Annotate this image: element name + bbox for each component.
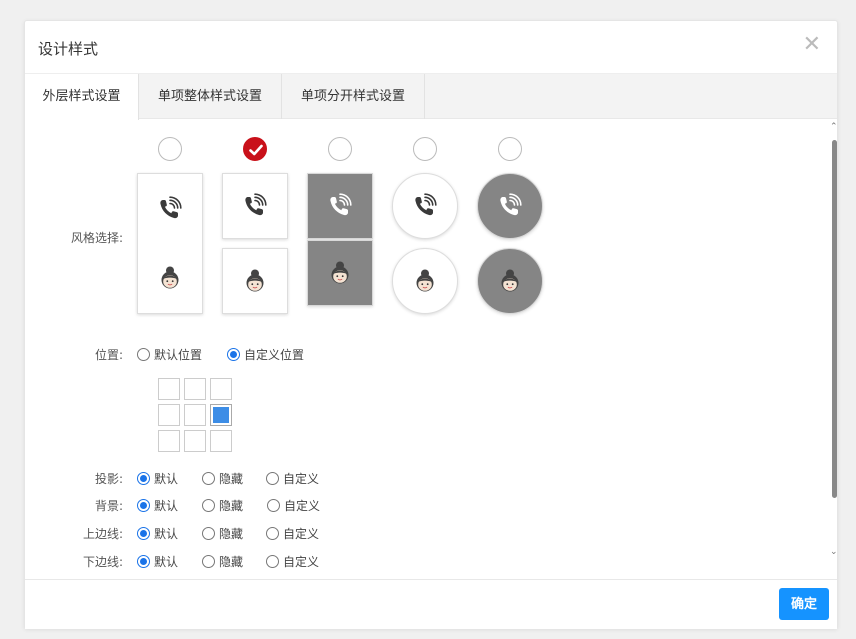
style-option-5-phone-card[interactable] [477,173,543,239]
tab-outer-style[interactable]: 外层样式设置 [25,74,139,120]
top-border-label: 上边线: [82,527,123,541]
position-grid-cell[interactable] [210,378,232,400]
style-option-2-agent-card[interactable] [222,248,288,314]
scroll-up-arrow-icon[interactable]: ⌃ [830,123,838,132]
position-grid-cell[interactable] [158,378,180,400]
agent-avatar-icon [155,263,185,293]
shadow-custom-radio[interactable]: 自定义 [266,470,319,487]
shadow-hide-radio[interactable]: 隐藏 [202,470,243,487]
top-border-custom-radio[interactable]: 自定义 [266,525,319,542]
bottom-border-default-radio[interactable]: 默认 [137,553,178,570]
position-custom-radio[interactable]: 自定义位置 [227,346,304,363]
style-option-4-agent-card[interactable] [392,248,458,314]
style-option-4-radio[interactable] [413,137,437,161]
scroll-down-arrow-icon[interactable]: ⌄ [830,548,838,557]
shadow-label: 投影: [94,472,123,486]
close-icon[interactable]: ✕ [803,34,821,56]
position-default-label: 默认位置 [154,348,203,362]
position-grid-cell[interactable] [210,430,232,452]
confirm-button[interactable]: 确定 [779,588,829,620]
phone-icon [240,191,270,221]
position-default-radio[interactable]: 默认位置 [137,346,202,363]
shadow-default-radio[interactable]: 默认 [137,470,178,487]
top-border-hide-radio[interactable]: 隐藏 [202,525,243,542]
tab-item-whole-style[interactable]: 单项整体样式设置 [139,74,282,119]
position-grid-cell[interactable] [184,430,206,452]
style-option-4-phone-card[interactable] [392,173,458,239]
vertical-scrollbar[interactable]: ⌃ ⌄ [830,123,838,559]
dialog-title: 设计样式 [38,40,99,58]
style-option-3-radio[interactable] [328,137,352,161]
bottom-border-custom-radio[interactable]: 自定义 [266,553,319,570]
phone-icon [325,191,355,221]
phone-icon [155,194,185,224]
dialog-header: 设计样式 ✕ [25,21,837,74]
agent-avatar-icon [495,266,525,296]
position-grid-cell[interactable] [184,404,206,426]
background-default-radio[interactable]: 默认 [137,497,178,514]
bottom-border-label: 下边线: [82,555,123,569]
agent-avatar-icon [325,258,355,288]
scrollbar-thumb[interactable] [832,140,837,498]
style-option-3-phone-card[interactable] [307,173,373,239]
agent-avatar-icon [410,266,440,296]
phone-icon [410,191,440,221]
style-option-2-phone-card[interactable] [222,173,288,239]
style-option-1-preview[interactable] [137,173,203,314]
style-option-5-radio[interactable] [498,137,522,161]
phone-icon [495,191,525,221]
dialog-footer: 确定 [25,579,837,629]
position-grid-cell[interactable] [184,378,206,400]
checkmark-icon [249,144,263,156]
style-option-3-agent-card[interactable] [307,240,373,306]
position-grid-cell[interactable] [158,430,180,452]
position-custom-label: 自定义位置 [244,348,305,362]
background-hide-radio[interactable]: 隐藏 [202,497,243,514]
background-custom-radio[interactable]: 自定义 [267,497,320,514]
tab-content: 风格选择: 位置: 默认位置 自定义位置 投影: 默认 隐藏 自定义 背景: 默… [25,119,837,579]
design-style-dialog: 设计样式 ✕ 外层样式设置 单项整体样式设置 单项分开样式设置 风格选择: 位置… [24,20,838,629]
style-option-2-radio[interactable] [243,137,267,161]
top-border-default-radio[interactable]: 默认 [137,525,178,542]
tab-bar: 外层样式设置 单项整体样式设置 单项分开样式设置 [25,74,837,120]
bottom-border-hide-radio[interactable]: 隐藏 [202,553,243,570]
style-option-5-agent-card[interactable] [477,248,543,314]
agent-avatar-icon [240,266,270,296]
style-select-label: 风格选择: [70,231,123,245]
style-option-1-radio[interactable] [158,137,182,161]
position-grid-cell-selected[interactable] [210,404,232,426]
background-label: 背景: [94,499,123,513]
position-label: 位置: [94,348,123,362]
position-grid-cell[interactable] [158,404,180,426]
tab-item-separate-style[interactable]: 单项分开样式设置 [282,74,425,119]
